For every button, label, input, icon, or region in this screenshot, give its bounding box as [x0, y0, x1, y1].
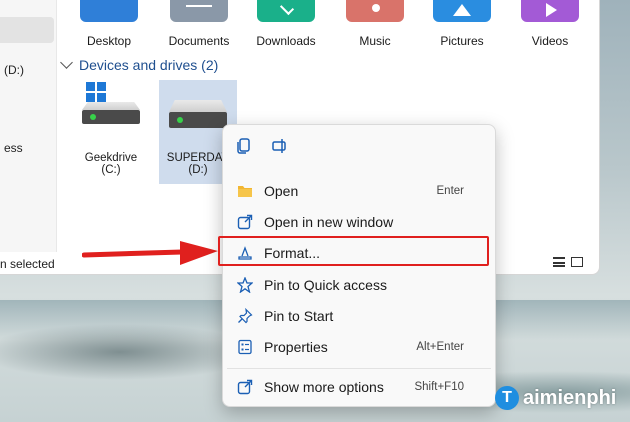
- menu-item-shortcut: Enter: [436, 185, 465, 197]
- pictures-folder-icon: [433, 0, 491, 22]
- red-arrow-annotation: [82, 241, 218, 265]
- watermark-text: aimienphi: [523, 386, 617, 409]
- menu-item-shortcut: Shift+F10: [414, 381, 464, 393]
- menu-item-open-new-window[interactable]: Open in new window: [227, 208, 491, 236]
- folder-documents[interactable]: Documents: [162, 0, 236, 48]
- folder-label: Music: [359, 34, 391, 48]
- menu-item-label: Open: [264, 183, 299, 199]
- menu-item-show-more-options[interactable]: Show more options Shift+F10: [227, 373, 491, 401]
- menu-item-label: Pin to Quick access: [264, 277, 387, 293]
- sidebar-item-quick-access[interactable]: ess: [4, 141, 23, 155]
- folder-downloads[interactable]: Downloads: [249, 0, 323, 48]
- folder-pictures[interactable]: Pictures: [425, 0, 499, 48]
- properties-icon: [238, 339, 252, 355]
- folder-icon: [238, 186, 252, 197]
- star-pin-icon: [237, 277, 253, 293]
- folder-label: Downloads: [256, 34, 316, 48]
- hard-drive-icon: [80, 82, 142, 124]
- menu-item-properties[interactable]: Properties Alt+Enter: [227, 333, 491, 361]
- status-selection-text: n selected: [0, 257, 55, 271]
- sidebar-item-drive-d[interactable]: (D:): [4, 63, 24, 77]
- navigation-pane: (D:) ess: [0, 0, 57, 252]
- documents-folder-icon: [170, 0, 228, 22]
- details-view-icon[interactable]: [553, 257, 565, 267]
- drive-name: Geekdrive: [84, 152, 138, 164]
- watermark-initial: T: [495, 386, 519, 410]
- menu-item-pin-quick-access[interactable]: Pin to Quick access: [227, 271, 491, 299]
- menu-item-pin-start[interactable]: Pin to Start: [227, 302, 491, 330]
- sidebar-item-selected[interactable]: [0, 17, 54, 43]
- menu-item-label: Properties: [264, 339, 328, 355]
- drive-c[interactable]: Geekdrive (C:): [72, 80, 150, 184]
- menu-item-shortcut: Alt+Enter: [416, 341, 464, 353]
- folder-label: Desktop: [86, 34, 132, 48]
- drive-letter: (C:): [101, 164, 121, 176]
- folder-videos[interactable]: Videos: [513, 0, 587, 48]
- hard-drive-icon: [167, 86, 229, 128]
- windows-logo-icon: [86, 82, 106, 102]
- chevron-down-icon: [60, 56, 73, 69]
- menu-divider: [227, 368, 491, 369]
- format-highlight-box: [218, 236, 489, 266]
- menu-item-label: Pin to Start: [264, 308, 334, 324]
- folder-label: Pictures: [440, 34, 484, 48]
- watermark-logo: T aimienphi: [495, 386, 616, 410]
- pin-icon: [238, 308, 253, 324]
- rename-icon[interactable]: [271, 137, 289, 155]
- folder-music[interactable]: Music: [338, 0, 412, 48]
- music-folder-icon: [346, 0, 404, 22]
- folder-desktop[interactable]: Desktop: [72, 0, 146, 48]
- more-options-icon: [237, 379, 253, 395]
- devices-group-header[interactable]: Devices and drives (2): [60, 56, 219, 73]
- menu-item-open[interactable]: Open Enter: [227, 177, 491, 205]
- open-new-window-icon: [237, 214, 253, 230]
- group-title: Devices and drives (2): [79, 57, 219, 73]
- folder-label: Documents: [168, 34, 230, 48]
- menu-item-label: Open in new window: [264, 214, 394, 230]
- view-toggle: [553, 257, 583, 267]
- folder-label: Videos: [531, 34, 569, 48]
- context-menu-toolbar: [235, 137, 289, 155]
- downloads-folder-icon: [257, 0, 315, 22]
- copy-icon[interactable]: [235, 137, 253, 155]
- menu-item-label: Show more options: [264, 379, 384, 395]
- videos-folder-icon: [521, 0, 579, 22]
- desktop-folder-icon: [80, 0, 138, 22]
- tiles-view-icon[interactable]: [571, 257, 583, 267]
